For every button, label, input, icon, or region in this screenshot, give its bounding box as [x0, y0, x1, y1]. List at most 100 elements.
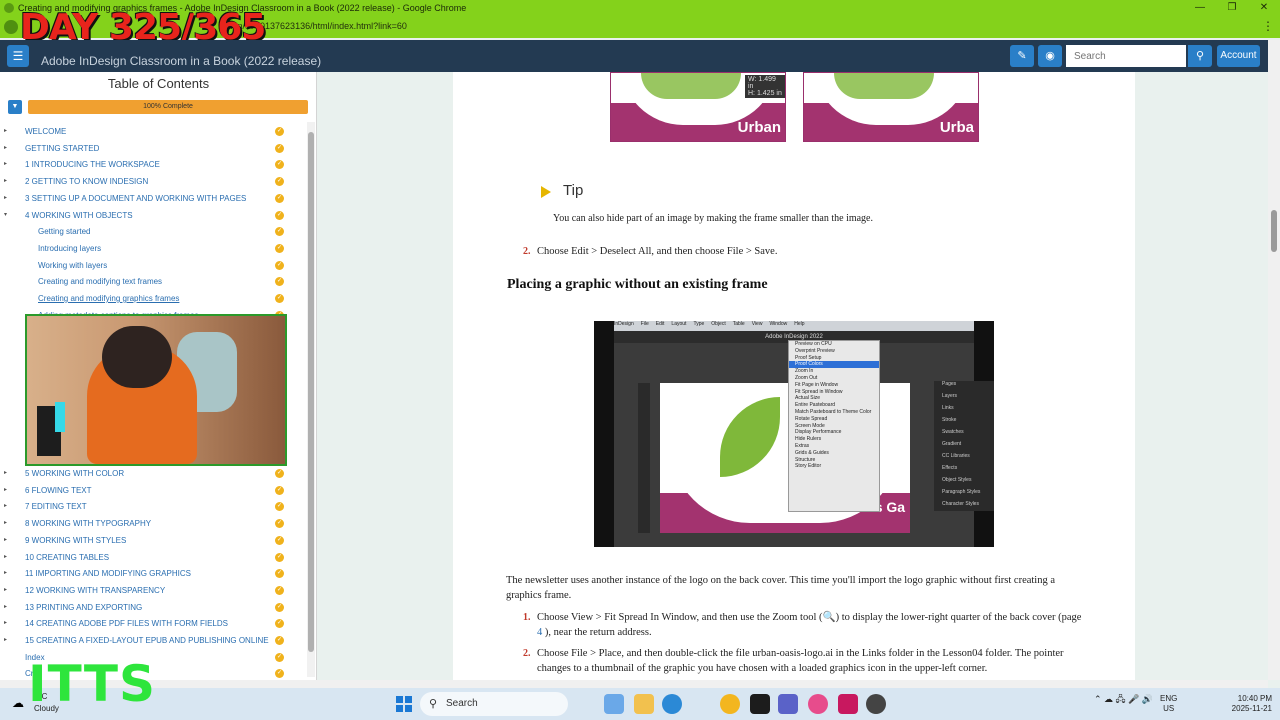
toc-item-label: Introducing layers: [38, 243, 102, 253]
menu-button[interactable]: ☰: [7, 45, 29, 67]
toc-item[interactable]: ▸ 1 INTRODUCING THE WORKSPACE ✓: [0, 157, 300, 173]
toc-item[interactable]: ▾ 4 WORKING WITH OBJECTS ✓: [0, 208, 300, 224]
toc-item[interactable]: ▸ GETTING STARTED ✓: [0, 141, 300, 157]
obs-icon[interactable]: [866, 694, 886, 714]
panels-dock: Pages Layers Links Stroke Swatches Gradient CC…: [934, 381, 994, 511]
tip-text: You can also hide part of an image by ma…: [553, 213, 873, 224]
chevron-right-icon[interactable]: ▸: [4, 603, 7, 610]
more-options-icon[interactable]: ⋮: [1262, 19, 1274, 33]
view-menu-item: Entire Pasteboard: [795, 402, 836, 409]
minimize-button[interactable]: —: [1184, 0, 1216, 16]
section-heading: Placing a graphic without an existing fr…: [507, 277, 768, 292]
chevron-right-icon[interactable]: ▸: [4, 553, 7, 560]
weather-icon[interactable]: ☁: [12, 696, 24, 710]
view-menu-item: Match Pasteboard to Theme Color: [795, 408, 872, 415]
toc-item[interactable]: Introducing layers ✓: [0, 241, 300, 257]
account-button[interactable]: Account: [1217, 45, 1260, 67]
chevron-right-icon[interactable]: ▸: [4, 127, 7, 134]
panel-tab: Stroke: [942, 417, 957, 423]
toc-item[interactable]: ▸ 10 CREATING TABLES ✓: [0, 550, 300, 566]
chevron-right-icon[interactable]: ▸: [4, 586, 7, 593]
chevron-right-icon[interactable]: ▸: [4, 569, 7, 576]
chevron-right-icon[interactable]: ▸: [4, 619, 7, 626]
horizontal-scrollbar[interactable]: [0, 680, 1268, 688]
toc-item[interactable]: Creating and modifying graphics frames ✓: [0, 291, 300, 307]
toc-item-label: 11 IMPORTING AND MODIFYING GRAPHICS: [25, 569, 191, 579]
teams-icon[interactable]: [778, 694, 798, 714]
toc-item-label: 4 WORKING WITH OBJECTS: [25, 210, 133, 220]
check-icon: ✓: [275, 227, 284, 237]
toc-item[interactable]: ▸ 8 WORKING WITH TYPOGRAPHY ✓: [0, 516, 300, 532]
file-explorer-icon[interactable]: [634, 694, 654, 714]
chevron-right-icon[interactable]: ▸: [4, 144, 7, 151]
toc-item[interactable]: ▸ 6 FLOWING TEXT ✓: [0, 483, 300, 499]
collapse-toc-button[interactable]: ▼: [8, 100, 22, 114]
panel-tab: Pages: [942, 381, 957, 387]
page-link[interactable]: 4: [537, 627, 542, 638]
copilot-icon[interactable]: [604, 694, 624, 714]
scrollbar-thumb[interactable]: [308, 132, 314, 652]
toc-item-label: 2 GETTING TO KNOW INDESIGN: [25, 177, 149, 187]
search-input[interactable]: [1066, 45, 1186, 67]
panel-tab: Object Styles: [942, 477, 972, 483]
restore-button[interactable]: ❐: [1216, 0, 1248, 16]
page-scrollbar[interactable]: [1268, 40, 1280, 680]
zoom-tool-icon: 🔍: [822, 612, 836, 623]
edge-icon[interactable]: [662, 694, 682, 714]
view-menu-item: Extras: [795, 442, 810, 449]
check-icon: ✓: [275, 535, 284, 545]
toc-item[interactable]: Getting started ✓: [0, 224, 300, 240]
chevron-right-icon[interactable]: ▸: [4, 636, 7, 643]
toc-item[interactable]: ▸ 12 WORKING WITH TRANSPARENCY ✓: [0, 583, 300, 599]
toc-item[interactable]: ▸ 13 PRINTING AND EXPORTING ✓: [0, 600, 300, 616]
chevron-right-icon[interactable]: ▸: [4, 502, 7, 509]
chevron-right-icon[interactable]: ▸: [4, 194, 7, 201]
video-menu-item: File: [640, 321, 649, 327]
toc-item[interactable]: ▸ 11 IMPORTING AND MODIFYING GRAPHICS ✓: [0, 566, 300, 582]
toc-item[interactable]: ▸ 3 SETTING UP A DOCUMENT AND WORKING WIT…: [0, 191, 300, 207]
toc-item[interactable]: Creating and modifying text frames ✓: [0, 274, 300, 290]
close-button[interactable]: ✕: [1248, 0, 1280, 16]
chevron-down-icon[interactable]: ▾: [4, 211, 7, 218]
chevron-right-icon[interactable]: ▸: [4, 536, 7, 543]
toc-item[interactable]: ▸ WELCOME ✓: [0, 124, 300, 140]
toc-item[interactable]: ▸ 5 WORKING WITH COLOR ✓: [0, 466, 300, 482]
toc-item[interactable]: ▸ 7 EDITING TEXT ✓: [0, 499, 300, 515]
logo-frame-left: W: 1.499 in H: 1.425 in Urban: [610, 72, 786, 142]
step-number: 2.: [523, 648, 531, 659]
toc-item[interactable]: ▸ 2 GETTING TO KNOW INDESIGN ✓: [0, 174, 300, 190]
scrollbar-thumb[interactable]: [1271, 210, 1277, 252]
system-tray[interactable]: ⌃ ☁ 🖧 🎤 🔊: [1094, 692, 1153, 708]
edit-note-button[interactable]: ✎: [1010, 45, 1034, 67]
indesign-video[interactable]: InDesign File Edit Layout Type Object Table Vie…: [594, 321, 994, 547]
view-menu-dropdown: Preview on CPU Overprint Preview Proof Set…: [788, 340, 880, 512]
taskbar-search[interactable]: ⚲ Search: [420, 692, 568, 716]
search-icon: ⚲: [1195, 50, 1205, 62]
panel-tab: Gradient: [942, 441, 962, 447]
clock[interactable]: 10:40 PM 2025-11-21: [1222, 694, 1272, 714]
start-icon[interactable]: [396, 696, 412, 712]
toc-item[interactable]: ▸ 15 CREATING A FIXED-LAYOUT EPUB AND PUB…: [0, 633, 300, 649]
language-indicator[interactable]: ENG US: [1160, 694, 1177, 714]
check-icon: ✓: [275, 585, 284, 595]
brand-text: Urban: [737, 119, 781, 136]
chrome-taskbar-icon[interactable]: [720, 694, 740, 714]
site-info-icon[interactable]: [4, 20, 18, 34]
tip-title: Tip: [563, 182, 584, 199]
sidebar-scrollbar[interactable]: [307, 122, 315, 677]
step-text: Choose Edit > Deselect All, and then cho…: [537, 246, 778, 257]
chevron-right-icon[interactable]: ▸: [4, 469, 7, 476]
toc-item[interactable]: ▸ 9 WORKING WITH STYLES ✓: [0, 533, 300, 549]
indesign-icon[interactable]: [838, 694, 858, 714]
music-icon[interactable]: [808, 694, 828, 714]
indesign-window: Adobe InDesign 2022 Urban Oasis Ga Pages…: [614, 331, 994, 547]
search-button[interactable]: ⚲: [1188, 45, 1212, 67]
chevron-right-icon[interactable]: ▸: [4, 519, 7, 526]
toc-item[interactable]: ▸ 14 CREATING ADOBE PDF FILES WITH FORM F…: [0, 616, 300, 632]
chevron-right-icon[interactable]: ▸: [4, 160, 7, 167]
chevron-right-icon[interactable]: ▸: [4, 486, 7, 493]
app-icon[interactable]: [750, 694, 770, 714]
toc-item[interactable]: Working with layers ✓: [0, 258, 300, 274]
settings-button[interactable]: ◉: [1038, 45, 1062, 67]
chevron-right-icon[interactable]: ▸: [4, 177, 7, 184]
